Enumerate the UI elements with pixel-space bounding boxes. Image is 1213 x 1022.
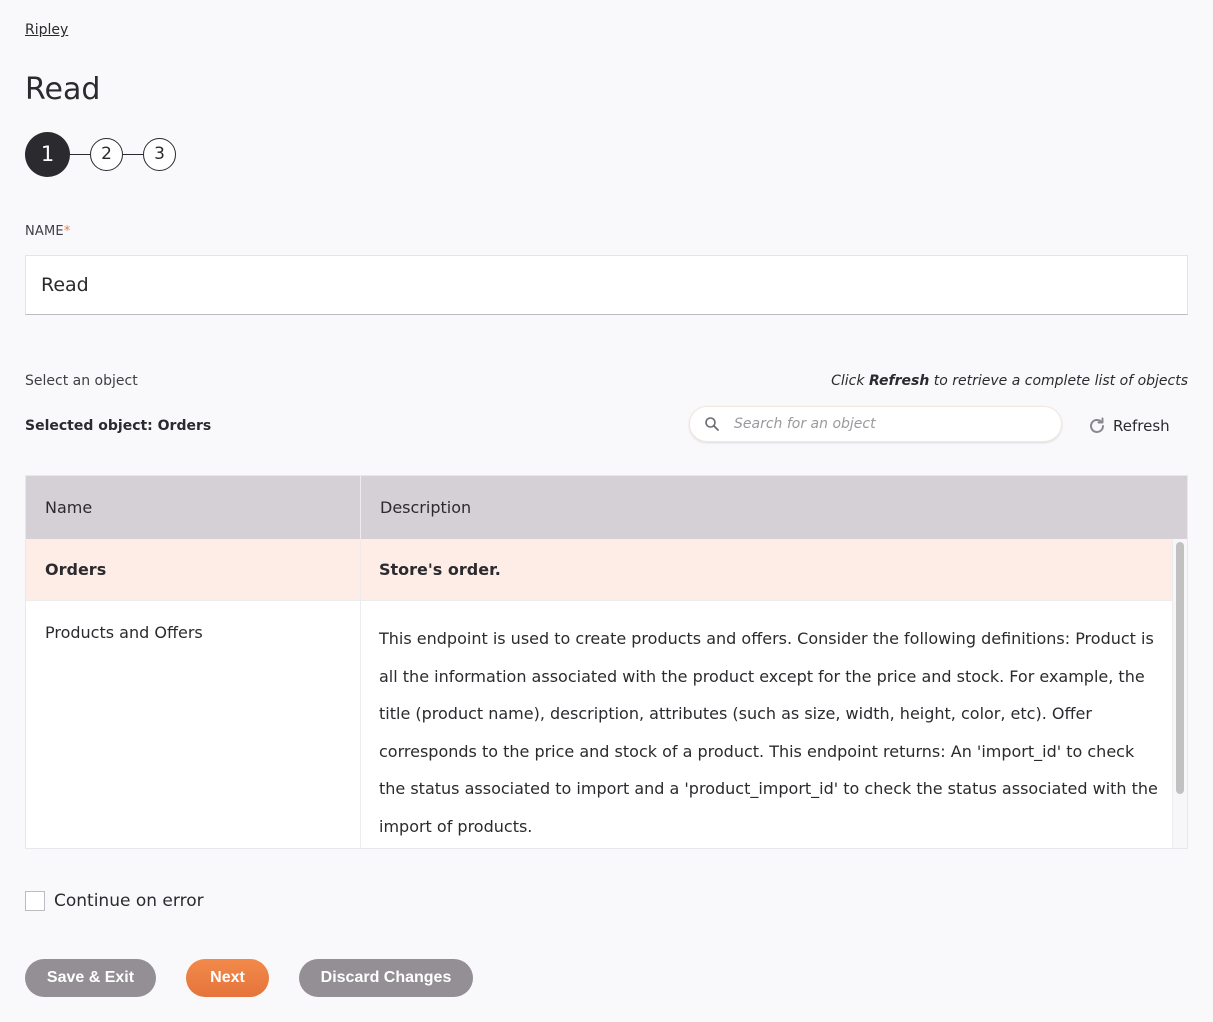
table-row-orders[interactable]: Orders Store's order.	[26, 539, 1173, 601]
step-connector	[123, 153, 143, 155]
step-3[interactable]: 3	[143, 137, 176, 171]
continue-on-error-label: Continue on error	[54, 891, 204, 911]
refresh-icon	[1090, 417, 1104, 433]
refresh-hint-suffix: to retrieve a complete list of objects	[929, 373, 1188, 389]
select-object-label: Select an object	[25, 373, 138, 389]
name-input[interactable]: Read	[25, 255, 1188, 315]
refresh-hint: Click Refresh to retrieve a complete lis…	[831, 373, 1188, 389]
table-body: Orders Store's order. Products and Offer…	[26, 539, 1187, 848]
save-exit-button[interactable]: Save & Exit	[25, 959, 156, 997]
row-name: Products and Offers	[26, 601, 361, 848]
objects-table: Name Description Orders Store's order. P…	[25, 475, 1188, 849]
row-description: This endpoint is used to create products…	[379, 629, 1158, 836]
row-name: Orders	[26, 539, 361, 600]
search-input[interactable]: Search for an object	[689, 406, 1062, 442]
name-label-text: NAME	[25, 224, 64, 239]
continue-on-error-checkbox[interactable]	[25, 891, 45, 911]
refresh-hint-bold: Refresh	[868, 373, 930, 389]
refresh-hint-prefix: Click	[831, 373, 869, 389]
row-description: Store's order.	[379, 560, 501, 579]
page-title: Read	[25, 72, 101, 107]
stepper: 1 2 3	[25, 131, 176, 177]
step-2[interactable]: 2	[90, 137, 123, 171]
next-button[interactable]: Next	[186, 959, 269, 997]
table-scrollbar[interactable]	[1172, 539, 1187, 848]
refresh-button[interactable]: Refresh	[1087, 416, 1170, 436]
discard-changes-button[interactable]: Discard Changes	[299, 959, 473, 997]
name-input-value: Read	[41, 274, 89, 296]
step-connector	[70, 153, 90, 155]
name-label: NAME*	[25, 224, 71, 239]
scrollbar-thumb[interactable]	[1176, 542, 1184, 794]
selected-object-label: Selected object: Orders	[25, 418, 212, 434]
search-placeholder: Search for an object	[734, 416, 876, 432]
continue-on-error-option[interactable]: Continue on error	[25, 891, 204, 911]
table-row-products-and-offers[interactable]: Products and Offers This endpoint is use…	[26, 601, 1173, 848]
step-1[interactable]: 1	[25, 131, 70, 177]
search-icon	[705, 417, 719, 431]
required-marker: *	[63, 224, 71, 239]
refresh-label: Refresh	[1113, 417, 1170, 435]
column-header-name[interactable]: Name	[26, 476, 361, 539]
breadcrumb-ripley[interactable]: Ripley	[25, 22, 68, 38]
table-header: Name Description	[26, 476, 1187, 539]
column-header-description[interactable]: Description	[361, 476, 1187, 539]
